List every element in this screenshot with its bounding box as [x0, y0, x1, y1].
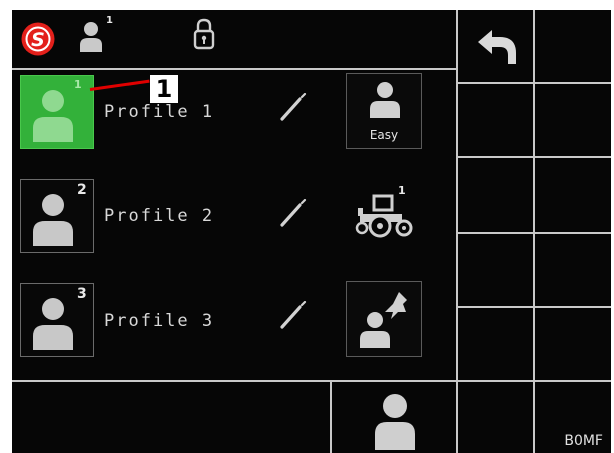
profile-number: 1 — [74, 78, 82, 91]
profile-1-label[interactable]: Profile 1 — [104, 102, 214, 122]
user-pin-icon — [360, 292, 407, 348]
brand-logo: S — [20, 21, 56, 61]
grid-divider — [456, 306, 611, 308]
tractor-icon — [355, 194, 413, 238]
svg-text:S: S — [31, 29, 45, 51]
profile-2-avatar-button[interactable]: 2 — [20, 179, 94, 253]
profile-1-avatar-button[interactable]: 1 — [20, 75, 94, 149]
callout-number: 1 — [150, 75, 178, 103]
edit-profile-3-button[interactable] — [278, 300, 308, 335]
edit-profile-2-button[interactable] — [278, 198, 308, 233]
undo-arrow-icon — [478, 30, 516, 64]
callout-leader-line — [89, 79, 150, 91]
profile-2-label[interactable]: Profile 2 — [104, 206, 214, 226]
user-management-button[interactable] — [332, 382, 456, 453]
pin-profile-button[interactable] — [346, 281, 422, 357]
header-divider — [12, 68, 456, 70]
profile-number: 3 — [77, 286, 87, 302]
grid-divider — [456, 232, 611, 234]
user-icon — [33, 90, 73, 142]
profile-number: 2 — [77, 182, 87, 198]
lock-icon[interactable] — [193, 18, 215, 54]
tractor-settings-button[interactable]: 1 — [348, 180, 426, 250]
image-code-label: B0MF — [564, 433, 603, 449]
profile-3-avatar-button[interactable]: 3 — [20, 283, 94, 357]
current-user-icon[interactable]: 1 — [80, 15, 114, 53]
display-screen: S 1 1 Profile 1 Easy 1 2 Profile 2 1 3 P… — [12, 10, 611, 453]
user-badge: 1 — [106, 15, 113, 26]
easy-mode-button[interactable]: Easy — [346, 73, 422, 149]
grid-divider — [456, 82, 611, 84]
back-button[interactable] — [458, 10, 533, 82]
grid-divider — [456, 156, 611, 158]
profile-3-label[interactable]: Profile 3 — [104, 311, 214, 331]
user-icon — [33, 298, 73, 350]
footer-divider — [12, 380, 611, 382]
easy-label: Easy — [369, 128, 399, 142]
pen-icon — [280, 198, 307, 227]
user-icon — [33, 194, 73, 246]
tractor-badge: 1 — [398, 184, 406, 197]
user-icon — [370, 82, 400, 118]
pen-icon — [280, 300, 307, 329]
user-icon — [375, 394, 415, 450]
edit-profile-1-button[interactable] — [278, 92, 308, 127]
pen-icon — [280, 92, 307, 121]
